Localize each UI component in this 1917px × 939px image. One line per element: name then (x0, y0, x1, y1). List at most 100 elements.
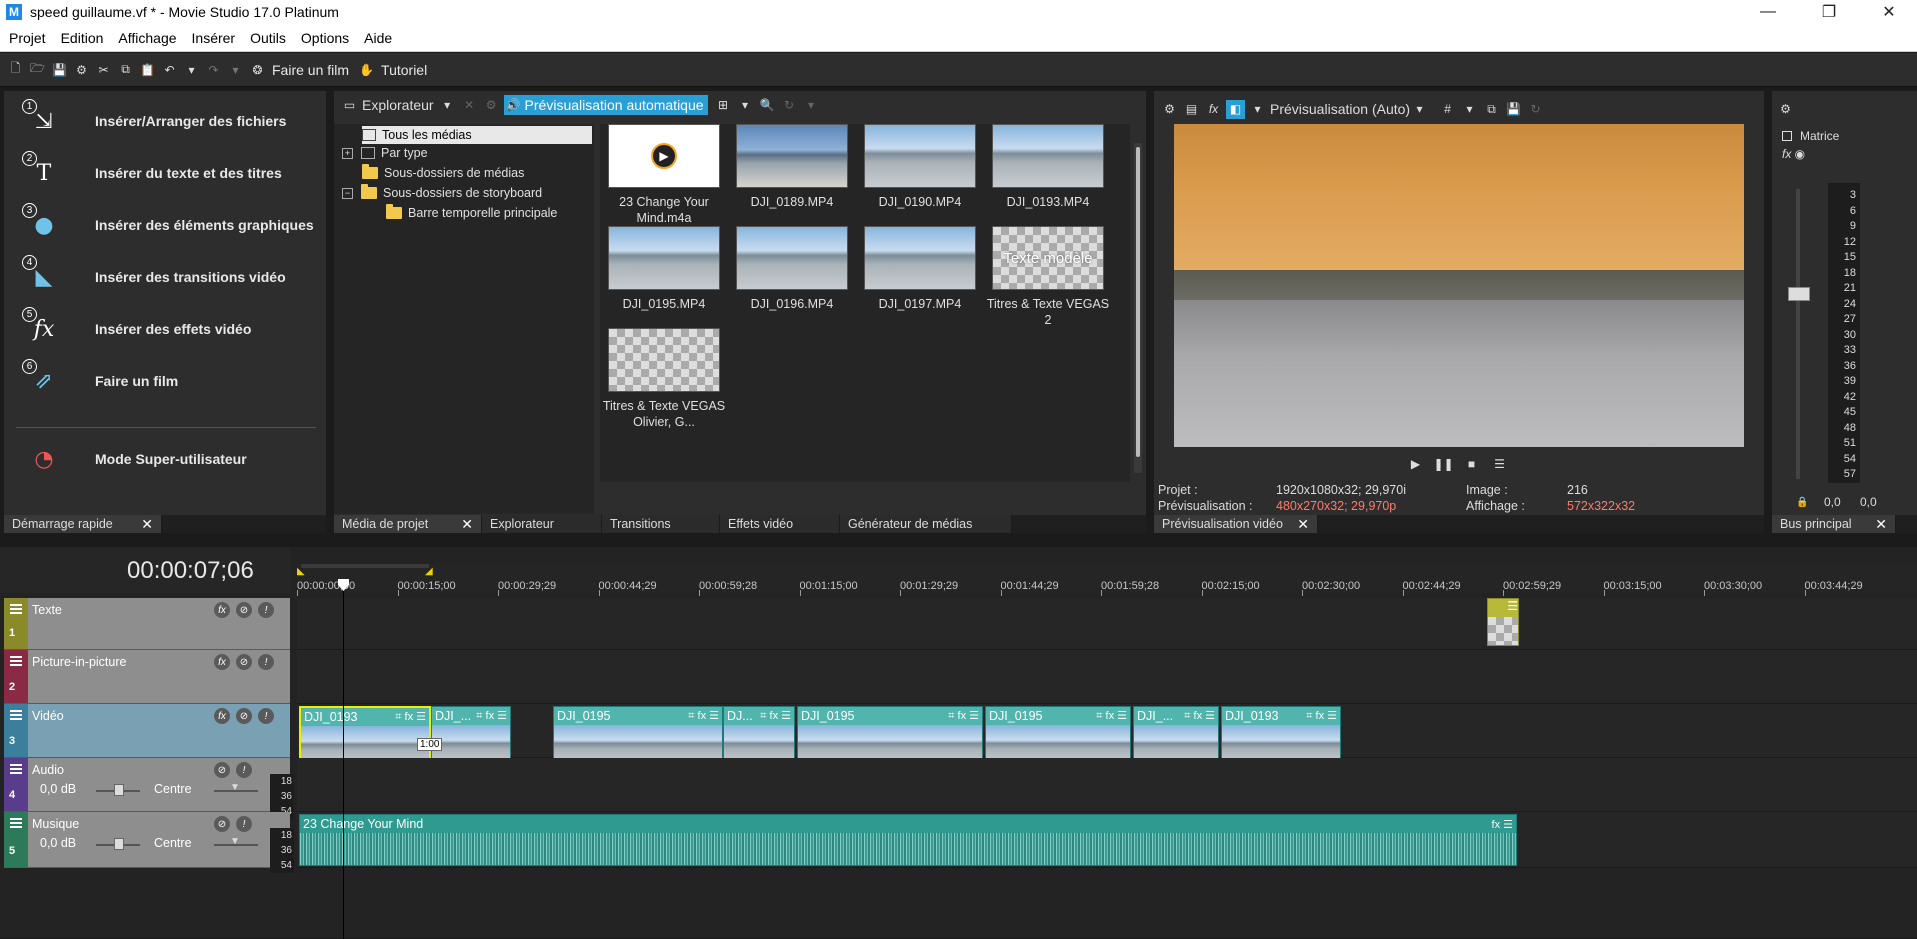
playhead-cursor[interactable] (343, 579, 344, 939)
clip-fx-icons[interactable]: ⌗ fx ☰ (1096, 709, 1130, 723)
close-icon[interactable]: ✕ (461, 516, 473, 533)
refresh-icon[interactable]: ↻ (780, 96, 799, 115)
track-name[interactable]: Texte (32, 603, 62, 617)
media-item[interactable]: DJI_0190.MP4 (856, 124, 984, 210)
mute-icon[interactable]: ⊘ (214, 816, 230, 832)
menu-edition[interactable]: Edition (61, 30, 104, 46)
new-file-icon[interactable]: 🗋 (6, 60, 25, 79)
close-icon[interactable]: ✕ (1297, 516, 1309, 533)
clip-menu-icon[interactable]: ☰ (1488, 599, 1518, 617)
quickstart-item-insert-graphics[interactable]: 3 ● Insérer des éléments graphiques (22, 203, 314, 247)
time-ruler[interactable]: ◣ ◢ 00:00:00;00 00:00:15;00 00:00:29;29 00:… (297, 564, 1917, 596)
tab-explorer[interactable]: Explorateur (482, 515, 602, 533)
tree-item-by-type[interactable]: + Par type (342, 144, 428, 162)
menu-projet[interactable]: Projet (9, 30, 46, 46)
media-item[interactable]: Texte modèle Titres & Texte VEGAS 2 (984, 226, 1112, 328)
clip-fx-icons[interactable]: fx ☰ (1492, 818, 1516, 831)
clip-fx-icons[interactable]: ⌗ fx ☰ (948, 709, 982, 723)
tree-item-main-timeline[interactable]: Barre temporelle principale (386, 204, 557, 222)
redo-dropdown-icon[interactable]: ▾ (226, 60, 245, 79)
tree-item-all-media[interactable]: Tous les médias (362, 126, 592, 144)
zoom-icon[interactable]: 🔍 (758, 96, 777, 115)
volume-slider-thumb[interactable] (114, 838, 124, 850)
tab-quickstart[interactable]: Démarrage rapide ✕ (4, 515, 162, 533)
loop-icon[interactable]: ↻ (1526, 100, 1545, 119)
lock-icon[interactable]: 🔒 (1796, 497, 1808, 508)
tutorial-icon[interactable]: ✋ (357, 60, 376, 79)
track-header[interactable]: 1 Texte fx ⊘! (4, 598, 290, 650)
undo-dropdown-icon[interactable]: ▾ (182, 60, 201, 79)
copy-snapshot-icon[interactable]: ⧉ (1482, 100, 1501, 119)
save-snapshot-icon[interactable]: 💾 (1504, 100, 1523, 119)
track-name[interactable]: Picture-in-picture (32, 655, 126, 669)
split-view-icon[interactable]: ◧ (1226, 99, 1245, 119)
media-item[interactable]: DJI_0193.MP4 (984, 124, 1112, 210)
minimize-button[interactable]: — (1745, 0, 1791, 24)
track-header[interactable]: 2 Picture-in-picture fx ⊘! (4, 650, 290, 704)
quickstart-item-make-movie[interactable]: 6 ⇗ Faire un film (22, 359, 178, 403)
track-name[interactable]: Audio (32, 763, 64, 777)
make-movie-button[interactable]: Faire un film (272, 62, 349, 78)
tree-item-storyboard-subfolders[interactable]: − Sous-dossiers de storyboard (342, 184, 542, 202)
quickstart-item-insert-effects[interactable]: 5 fx Insérer des effets vidéo (22, 307, 251, 351)
clip-fx-icons[interactable]: ⌗ fx ☰ (476, 709, 510, 723)
track-lane[interactable]: 23 Change Your Mind fx ☰ (297, 812, 1917, 868)
track-menu-icon[interactable] (10, 604, 22, 614)
solo-icon[interactable]: ! (236, 816, 252, 832)
quickstart-item-insert-text[interactable]: 2T Insérer du texte et des titres (22, 151, 282, 195)
clip-fx-icons[interactable]: ⌗ fx ☰ (760, 709, 794, 723)
text-clip[interactable]: ☰ (1487, 598, 1519, 646)
settings-icon[interactable]: ⚙ (72, 60, 91, 79)
pause-icon[interactable]: ❚❚ (1433, 455, 1453, 474)
track-name[interactable]: Vidéo (32, 709, 64, 723)
checkbox[interactable] (1782, 131, 1792, 141)
clip-fx-icons[interactable]: ⌗ fx ☰ (1184, 709, 1218, 723)
delete-icon[interactable]: ✕ (460, 96, 479, 115)
grid-icon[interactable]: # (1438, 100, 1457, 119)
track-lane[interactable] (297, 758, 1917, 812)
fx-icon[interactable]: fx ◉ (1782, 147, 1805, 161)
track-lane[interactable]: ☰ (297, 598, 1917, 650)
explorer-dropdown[interactable]: Explorateur (362, 97, 434, 113)
redo-icon[interactable]: ↷ (204, 60, 223, 79)
media-item[interactable]: DJI_0197.MP4 (856, 226, 984, 312)
menu-affichage[interactable]: Affichage (118, 30, 176, 46)
close-button[interactable]: ✕ (1866, 0, 1912, 24)
play-icon[interactable]: ▶ (1406, 455, 1425, 474)
scrollbar[interactable] (1134, 143, 1142, 473)
track-header[interactable]: 3 Vidéo fx ⊘! (4, 704, 290, 758)
media-item[interactable]: Titres & Texte VEGAS Olivier, G... (600, 328, 728, 430)
volume-slider-thumb[interactable] (114, 784, 124, 796)
menu-options[interactable]: Options (301, 30, 349, 46)
clip-fx-icons[interactable]: ⌗ fx ☰ (395, 710, 429, 724)
chevron-down-icon[interactable]: ▾ (1410, 100, 1429, 119)
expand-icon[interactable]: + (342, 147, 353, 159)
mute-icon[interactable]: ⊘ (214, 762, 230, 778)
device-icon[interactable]: ▤ (1182, 100, 1201, 119)
solo-icon[interactable]: ! (258, 654, 274, 670)
tab-master-bus[interactable]: Bus principal ✕ (1772, 515, 1896, 533)
solo-icon[interactable]: ! (236, 762, 252, 778)
tutorial-button[interactable]: Tutoriel (381, 62, 427, 78)
collapse-icon[interactable]: − (342, 187, 353, 199)
pan-slider-thumb[interactable]: ▼ (230, 836, 240, 847)
stop-icon[interactable]: ■ (1462, 455, 1481, 474)
clip-fx-icons[interactable]: ⌗ fx ☰ (1306, 709, 1340, 723)
tree-item-media-subfolders[interactable]: Sous-dossiers de médias (362, 164, 524, 182)
volume-slider-thumb[interactable] (1788, 287, 1810, 301)
mute-icon[interactable]: ⊘ (236, 708, 252, 724)
quickstart-item-insert-files[interactable]: 1 ⇲ Insérer/Arranger des fichiers (22, 99, 286, 143)
close-icon[interactable]: ✕ (1875, 516, 1887, 533)
tab-media-generator[interactable]: Générateur de médias (840, 515, 1012, 533)
quickstart-item-insert-transitions[interactable]: 4 ◣ Insérer des transitions vidéo (22, 255, 286, 299)
mute-icon[interactable]: ⊘ (236, 602, 252, 618)
view-grid-icon[interactable]: ⊞ (714, 96, 733, 115)
maximize-button[interactable]: ❐ (1806, 0, 1852, 24)
scrollbar-thumb[interactable] (1136, 147, 1140, 457)
tab-transitions[interactable]: Transitions (602, 515, 720, 533)
fx-icon[interactable]: fx (214, 602, 230, 618)
undo-icon[interactable]: ↶ (160, 60, 179, 79)
media-item[interactable]: DJI_0195.MP4 (600, 226, 728, 312)
solo-icon[interactable]: ! (258, 602, 274, 618)
loop-start-marker[interactable]: ◣ (297, 566, 305, 577)
